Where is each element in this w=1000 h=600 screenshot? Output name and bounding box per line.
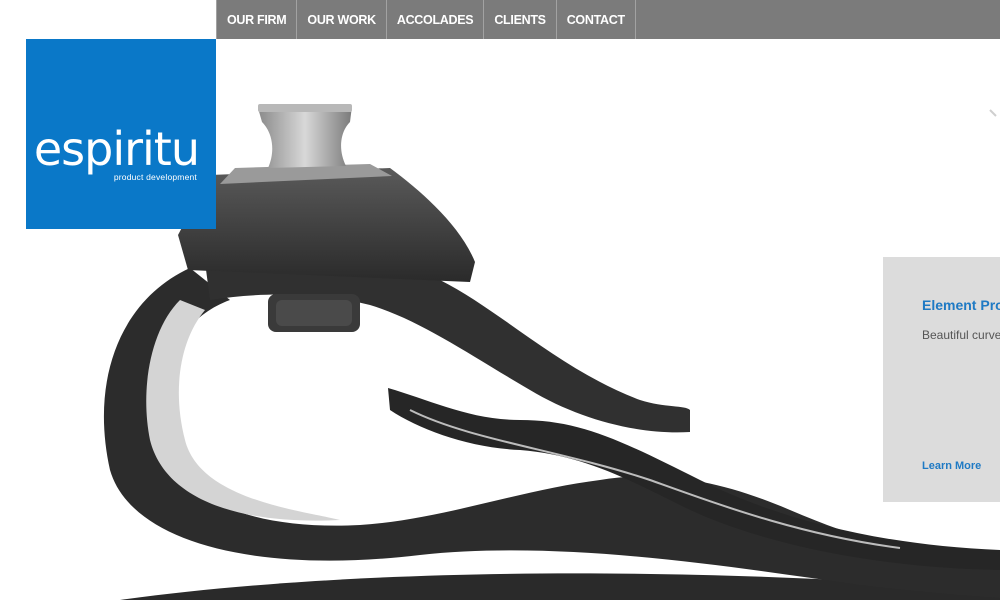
espiritu-logo[interactable]: espiritu product development: [26, 39, 216, 229]
nav-contact[interactable]: CONTACT: [557, 0, 636, 39]
feature-title: Element Pro: [922, 297, 1000, 313]
nav-clients[interactable]: CLIENTS: [484, 0, 557, 39]
logo-wordmark: espiritu: [33, 122, 200, 176]
feature-description: Beautiful curve function bring full swin…: [922, 328, 1000, 342]
learn-more-link[interactable]: Learn More: [922, 460, 981, 472]
nav-our-work[interactable]: OUR WORK: [297, 0, 387, 39]
nav-accolades[interactable]: ACCOLADES: [387, 0, 485, 39]
feature-card: Element Pro Beautiful curve function bri…: [883, 257, 1000, 502]
nav-our-firm[interactable]: OUR FIRM: [216, 0, 298, 39]
main-nav: OUR FIRM OUR WORK ACCOLADES CLIENTS CONT…: [216, 0, 1000, 39]
logo-tagline: product development: [113, 172, 197, 182]
